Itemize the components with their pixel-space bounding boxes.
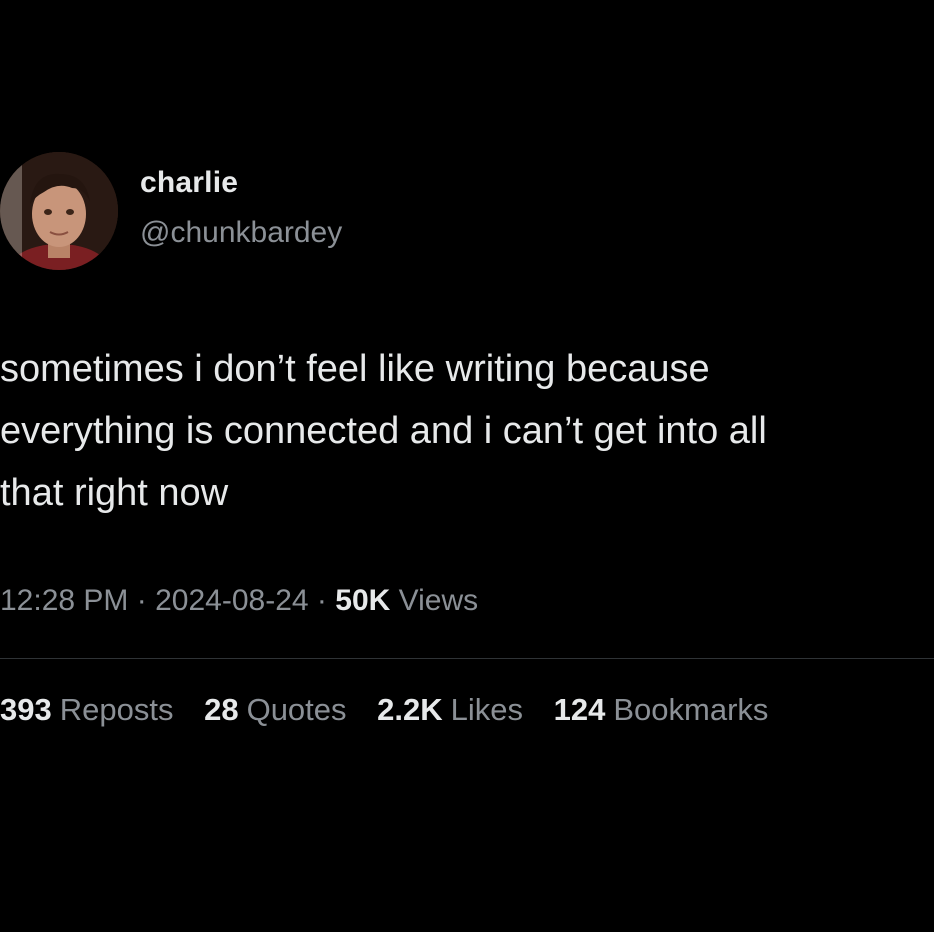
divider bbox=[0, 658, 934, 659]
likes-count: 2.2K bbox=[377, 692, 443, 727]
tweet-text-line: that right now bbox=[0, 472, 229, 514]
likes-label: Likes bbox=[450, 692, 524, 727]
engagement-stats: 393 Reposts 28 Quotes 2.2K Likes 124 Bookmar… bbox=[0, 692, 790, 728]
reposts-count: 393 bbox=[0, 692, 52, 727]
author-handle[interactable]: @chunkbardey bbox=[140, 216, 342, 250]
bookmarks-count: 124 bbox=[553, 692, 606, 727]
tweet-meta: 12:28 PM · 2024-08-24 · 50K Views bbox=[0, 584, 478, 618]
meta-separator: · bbox=[316, 584, 327, 617]
quotes-stat[interactable]: 28 Quotes bbox=[204, 692, 346, 728]
tweet-text-line: everything is connected and i can’t get … bbox=[0, 410, 767, 452]
meta-separator: · bbox=[136, 584, 147, 617]
avatar[interactable] bbox=[0, 152, 118, 270]
reposts-label: Reposts bbox=[59, 692, 174, 727]
tweet-time[interactable]: 12:28 PM bbox=[0, 584, 128, 617]
quotes-label: Quotes bbox=[246, 692, 347, 727]
quotes-count: 28 bbox=[204, 692, 239, 727]
likes-stat[interactable]: 2.2K Likes bbox=[377, 692, 523, 728]
reposts-stat[interactable]: 393 Reposts bbox=[0, 692, 173, 728]
tweet-date[interactable]: 2024-08-24 bbox=[155, 584, 308, 617]
avatar-photo-icon bbox=[0, 152, 118, 270]
bookmarks-label: Bookmarks bbox=[613, 692, 769, 727]
views-count: 50K bbox=[335, 584, 391, 617]
tweet-text: sometimes i don’t feel like writing beca… bbox=[0, 338, 930, 524]
author-name[interactable]: charlie bbox=[140, 166, 238, 200]
views-label: Views bbox=[398, 584, 479, 617]
bookmarks-stat[interactable]: 124 Bookmarks bbox=[554, 692, 769, 728]
tweet-detail: charlie @chunkbardey sometimes i don’t f… bbox=[0, 0, 934, 932]
tweet-text-line: sometimes i don’t feel like writing beca… bbox=[0, 348, 710, 390]
